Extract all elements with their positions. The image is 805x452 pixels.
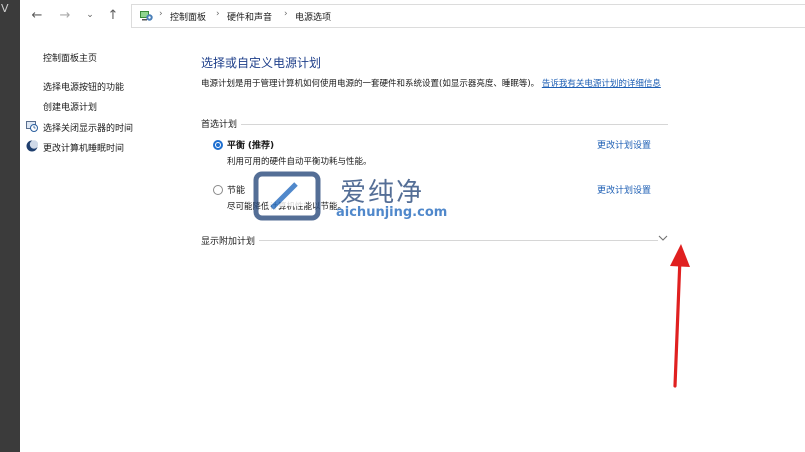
red-arrow-icon <box>670 244 690 388</box>
change-plan-settings-power-saver[interactable]: 更改计划设置 <box>597 183 651 196</box>
page-title: 选择或自定义电源计划 <box>201 56 322 70</box>
control-panel-window: ← → ⌄ ↑ › 控制面板 › 硬件和声音 › 电源选项 控制面板主页 选择电… <box>20 0 805 452</box>
control-panel-icon <box>140 11 153 21</box>
sidebar-create-power-plan[interactable]: 创建电源计划 <box>43 100 97 113</box>
sidebar-power-button-function[interactable]: 选择电源按钮的功能 <box>43 80 124 93</box>
chevron-down-icon: ⌄ <box>86 10 94 20</box>
up-button[interactable]: ↑ <box>104 6 122 24</box>
arrow-right-icon: → <box>59 7 71 23</box>
arrow-left-icon: ← <box>31 7 43 23</box>
page-description: 电源计划是用于管理计算机如何使用电源的一套硬件和系统设置(如显示器亮度、睡眠等)… <box>201 77 691 91</box>
sidebar-sleep-time[interactable]: 更改计算机睡眠时间 <box>43 141 124 154</box>
preferred-plans-label: 首选计划 <box>201 117 242 130</box>
show-additional-plans-label[interactable]: 显示附加计划 <box>201 234 260 247</box>
additional-plans-divider <box>201 240 658 241</box>
recent-locations-button[interactable]: ⌄ <box>81 6 99 24</box>
watermark-text: 爱纯净 <box>340 178 425 208</box>
address-bar[interactable]: › 控制面板 › 硬件和声音 › 电源选项 <box>131 4 805 28</box>
background-window-strip: V <box>0 0 20 452</box>
watermark: 爱纯净 aichunjing.com <box>248 168 463 228</box>
radio-power-saver[interactable] <box>213 185 223 195</box>
plan-balanced-description: 利用可用的硬件自动平衡功耗与性能。 <box>227 157 372 167</box>
navigation-bar: ← → ⌄ ↑ › 控制面板 › 硬件和声音 › 电源选项 <box>20 0 805 30</box>
monitor-clock-icon <box>26 121 38 132</box>
breadcrumb-separator: › <box>284 9 288 19</box>
arrow-up-icon: ↑ <box>107 7 119 23</box>
forward-button[interactable]: → <box>56 6 74 24</box>
plan-balanced-title: 平衡 <box>227 141 246 151</box>
breadcrumb-power-options[interactable]: 电源选项 <box>295 10 331 23</box>
moon-icon <box>26 140 38 152</box>
change-plan-settings-balanced[interactable]: 更改计划设置 <box>597 138 651 151</box>
watermark-url: aichunjing.com <box>336 205 448 220</box>
radio-balanced[interactable] <box>213 140 223 150</box>
back-button[interactable]: ← <box>28 6 46 24</box>
plan-balanced-name[interactable]: 平衡 (推荐) <box>227 138 274 151</box>
plan-balanced-recommended: (推荐) <box>247 141 275 151</box>
sidebar-display-off-time[interactable]: 选择关闭显示器的时间 <box>43 121 133 134</box>
tell-me-more-link[interactable]: 告诉我有关电源计划的详细信息 <box>542 79 661 89</box>
breadcrumb-hardware-sound[interactable]: 硬件和声音 <box>227 10 272 23</box>
breadcrumb-separator: › <box>159 9 163 19</box>
breadcrumb-separator: › <box>216 9 220 19</box>
breadcrumb-control-panel[interactable]: 控制面板 <box>170 10 206 23</box>
aichunjing-logo-icon <box>253 171 321 221</box>
preferred-plans-divider <box>201 124 668 125</box>
description-text: 电源计划是用于管理计算机如何使用电源的一套硬件和系统设置(如显示器亮度、睡眠等)… <box>201 79 540 89</box>
plan-power-saver-name[interactable]: 节能 <box>227 183 245 196</box>
background-window-letter: V <box>1 2 9 15</box>
sidebar-control-panel-home[interactable]: 控制面板主页 <box>43 51 97 64</box>
